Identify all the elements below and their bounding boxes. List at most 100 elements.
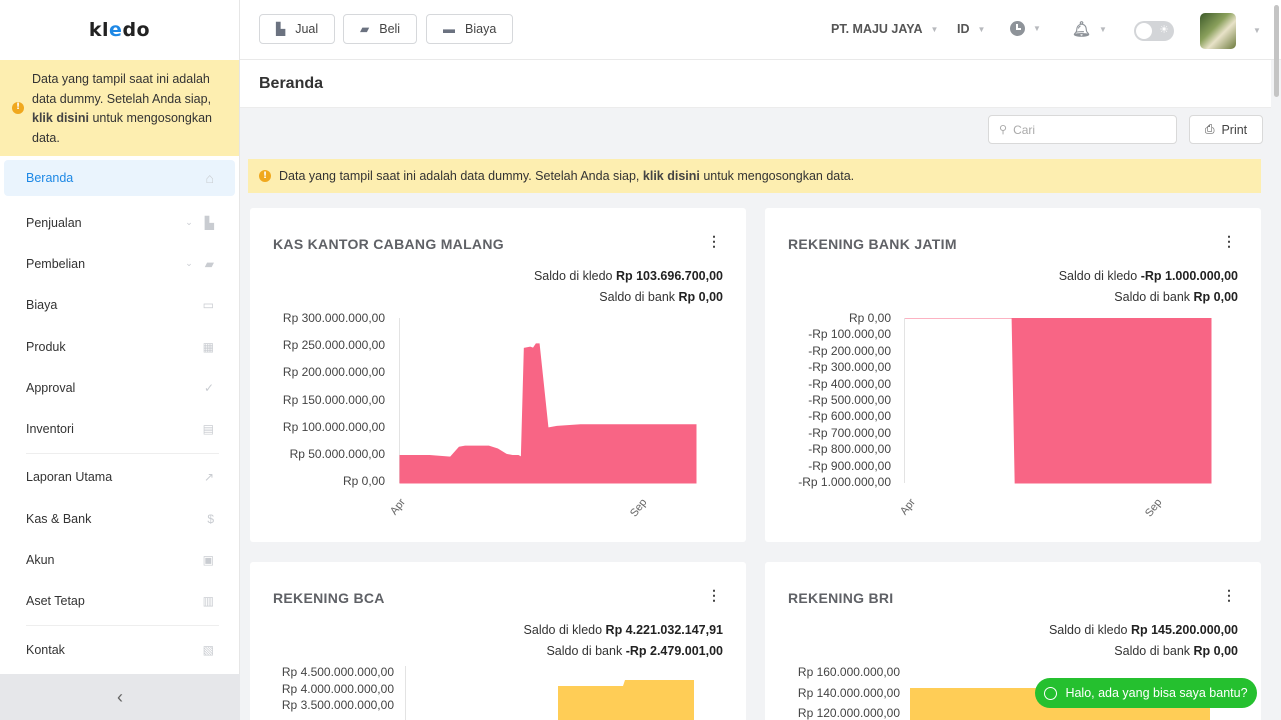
sidebar-item-beranda[interactable]: Beranda ⌂ [4, 160, 235, 196]
printer-icon: ⎙ [1204, 122, 1215, 136]
y-tick-label: Rp 140.000.000,00 [797, 685, 900, 700]
sidebar-item-label: Pembelian [26, 256, 86, 271]
saldo-bank: Saldo di bank Rp 0,00 [599, 290, 723, 304]
home-icon: ⌂ [205, 170, 214, 186]
more-vertical-icon[interactable]: ⋮ [1222, 234, 1236, 248]
bell-icon: 🔔︎ [1072, 21, 1092, 38]
card-icon: ▭ [202, 298, 214, 313]
jual-button[interactable]: ▙ Jual [259, 14, 336, 44]
dollar-icon: $ [207, 511, 214, 526]
more-vertical-icon[interactable]: ⋮ [1222, 588, 1236, 602]
top-bar: ▙ Jual ▰ Beli ▬ Biaya PT. MAJU JAYA ▼ ID… [240, 0, 1281, 60]
more-vertical-icon[interactable]: ⋮ [707, 234, 721, 248]
company-name: PT. MAJU JAYA [831, 22, 923, 36]
notice-text: Data yang tampil saat ini adalah data du… [32, 72, 212, 106]
sidebar-item-label: Approval [26, 380, 76, 395]
y-tick-label: Rp 200.000.000,00 [282, 365, 385, 380]
saldo-bank-value: Rp 0,00 [1193, 644, 1238, 658]
biaya-button-label: Biaya [465, 22, 497, 36]
whatsapp-label: Halo, ada yang bisa saya bantu? [1065, 686, 1248, 700]
notice-text-wrap: Data yang tampil saat ini adalah data du… [279, 169, 854, 183]
notice-link[interactable]: klik disini [32, 111, 89, 125]
y-tick-label: -Rp 400.000,00 [808, 376, 891, 391]
bag-icon: ▰ [360, 22, 370, 36]
beli-button[interactable]: ▰ Beli [343, 14, 418, 44]
sidebar-item-pembelian[interactable]: Pembelian ⌄ ▰ [0, 243, 239, 284]
saldo-bank-value: Rp 0,00 [1193, 290, 1238, 304]
saldo-bank-label: Saldo di bank [546, 644, 623, 658]
sidebar-item-laporan-utama[interactable]: Laporan Utama ↗ [0, 457, 239, 498]
y-tick-label: Rp 4.500.000.000,00 [281, 665, 394, 679]
caret-down-icon: ▼ [977, 24, 986, 34]
saldo-bank: Saldo di bank Rp 0,00 [1114, 644, 1238, 658]
biaya-button[interactable]: ▬ Biaya [426, 14, 514, 44]
print-button[interactable]: ⎙ Print [1189, 115, 1263, 144]
saldo-bank: Saldo di bank -Rp 2.479.001,00 [546, 644, 723, 658]
sidebar-item-label: Beranda [26, 171, 74, 185]
search-icon: ⚲ [999, 124, 1008, 136]
more-vertical-icon[interactable]: ⋮ [707, 588, 721, 602]
card-title: KAS KANTOR CABANG MALANG [273, 236, 504, 252]
chart-area [405, 666, 694, 720]
chart-area [904, 318, 1212, 484]
sidebar-item-label: Kontak [26, 642, 65, 657]
ledger-icon: ▣ [202, 553, 214, 568]
page-title: Beranda [259, 74, 324, 92]
warehouse-icon: ▤ [202, 422, 214, 437]
company-selector[interactable]: PT. MAJU JAYA ▼ [831, 22, 938, 36]
sidebar-item-penjualan[interactable]: Penjualan ⌄ ▙ [0, 202, 239, 243]
y-tick-label: -Rp 800.000,00 [808, 442, 891, 457]
boxes-icon: ▦ [202, 339, 214, 354]
y-tick-label: Rp 0,00 [342, 474, 385, 489]
basket-icon: ▙ [276, 22, 286, 36]
sidebar-item-label: Kas & Bank [26, 511, 92, 526]
saldo-kledo-label: Saldo di kledo [523, 623, 603, 637]
language-selector[interactable]: ID ▼ [957, 22, 985, 36]
avatar[interactable] [1200, 13, 1236, 49]
sidebar-item-approval[interactable]: Approval ✓ [0, 367, 239, 408]
sidebar-collapse-button[interactable]: ‹ [0, 674, 240, 720]
y-tick-label: -Rp 300.000,00 [808, 360, 891, 375]
sidebar-item-akun[interactable]: Akun ▣ [0, 539, 239, 580]
logo-text-mid: e [109, 19, 123, 41]
saldo-kledo: Saldo di kledo Rp 145.200.000,00 [1049, 623, 1238, 637]
sidebar-dummy-data-notice: ! Data yang tampil saat ini adalah data … [0, 60, 239, 156]
saldo-bank-value: -Rp 2.479.001,00 [625, 644, 723, 658]
sidebar-item-label: Inventori [26, 422, 74, 437]
y-tick-label: -Rp 600.000,00 [808, 409, 891, 424]
saldo-bank-value: Rp 0,00 [678, 290, 723, 304]
y-tick-label: -Rp 200.000,00 [808, 343, 891, 358]
sidebar-item-aset-tetap[interactable]: Aset Tetap ▥ [0, 581, 239, 622]
y-tick-label: Rp 160.000.000,00 [797, 665, 900, 679]
sidebar-item-label: Laporan Utama [26, 470, 113, 485]
x-tick-label: Apr [898, 496, 918, 518]
sidebar-item-produk[interactable]: Produk ▦ [0, 326, 239, 367]
whatsapp-chat-button[interactable]: Halo, ada yang bisa saya bantu? [1035, 678, 1257, 708]
card-title: REKENING BRI [788, 590, 894, 606]
y-tick-label: Rp 100.000.000,00 [282, 419, 385, 434]
x-tick-label: Sep [1143, 496, 1165, 520]
y-tick-label: Rp 150.000.000,00 [282, 392, 385, 407]
sidebar-item-inventori[interactable]: Inventori ▤ [0, 408, 239, 449]
basket-icon: ▙ [204, 215, 214, 230]
chevron-down-icon: ⌄ [185, 258, 193, 269]
sidebar-item-kas-bank[interactable]: Kas & Bank $ [0, 498, 239, 539]
page-scrollbar[interactable] [1274, 5, 1279, 97]
saldo-bank-label: Saldo di bank [1114, 644, 1191, 658]
print-label: Print [1221, 122, 1248, 137]
notifications-button[interactable]: 🔔︎ ▼ [1072, 20, 1107, 38]
kledo-logo[interactable]: kl e do [0, 0, 239, 60]
search-input[interactable]: ⚲ Cari [988, 115, 1177, 144]
y-tick-label: Rp 300.000.000,00 [282, 311, 385, 325]
x-tick-label: Apr [388, 496, 408, 518]
sidebar-item-label: Penjualan [26, 215, 82, 230]
y-tick-label: Rp 250.000.000,00 [282, 338, 385, 353]
card-icon: ▬ [443, 22, 455, 36]
notice-link[interactable]: klik disini [643, 169, 700, 183]
saldo-kledo: Saldo di kledo Rp 103.696.700,00 [534, 269, 723, 283]
sidebar-item-kontak[interactable]: Kontak ▧ [0, 629, 239, 670]
dark-mode-toggle[interactable]: ☀ [1134, 21, 1174, 41]
history-button[interactable]: ▼ [1010, 21, 1041, 36]
caret-down-icon: ▼ [1253, 26, 1261, 35]
sidebar-item-biaya[interactable]: Biaya ▭ [0, 285, 239, 326]
